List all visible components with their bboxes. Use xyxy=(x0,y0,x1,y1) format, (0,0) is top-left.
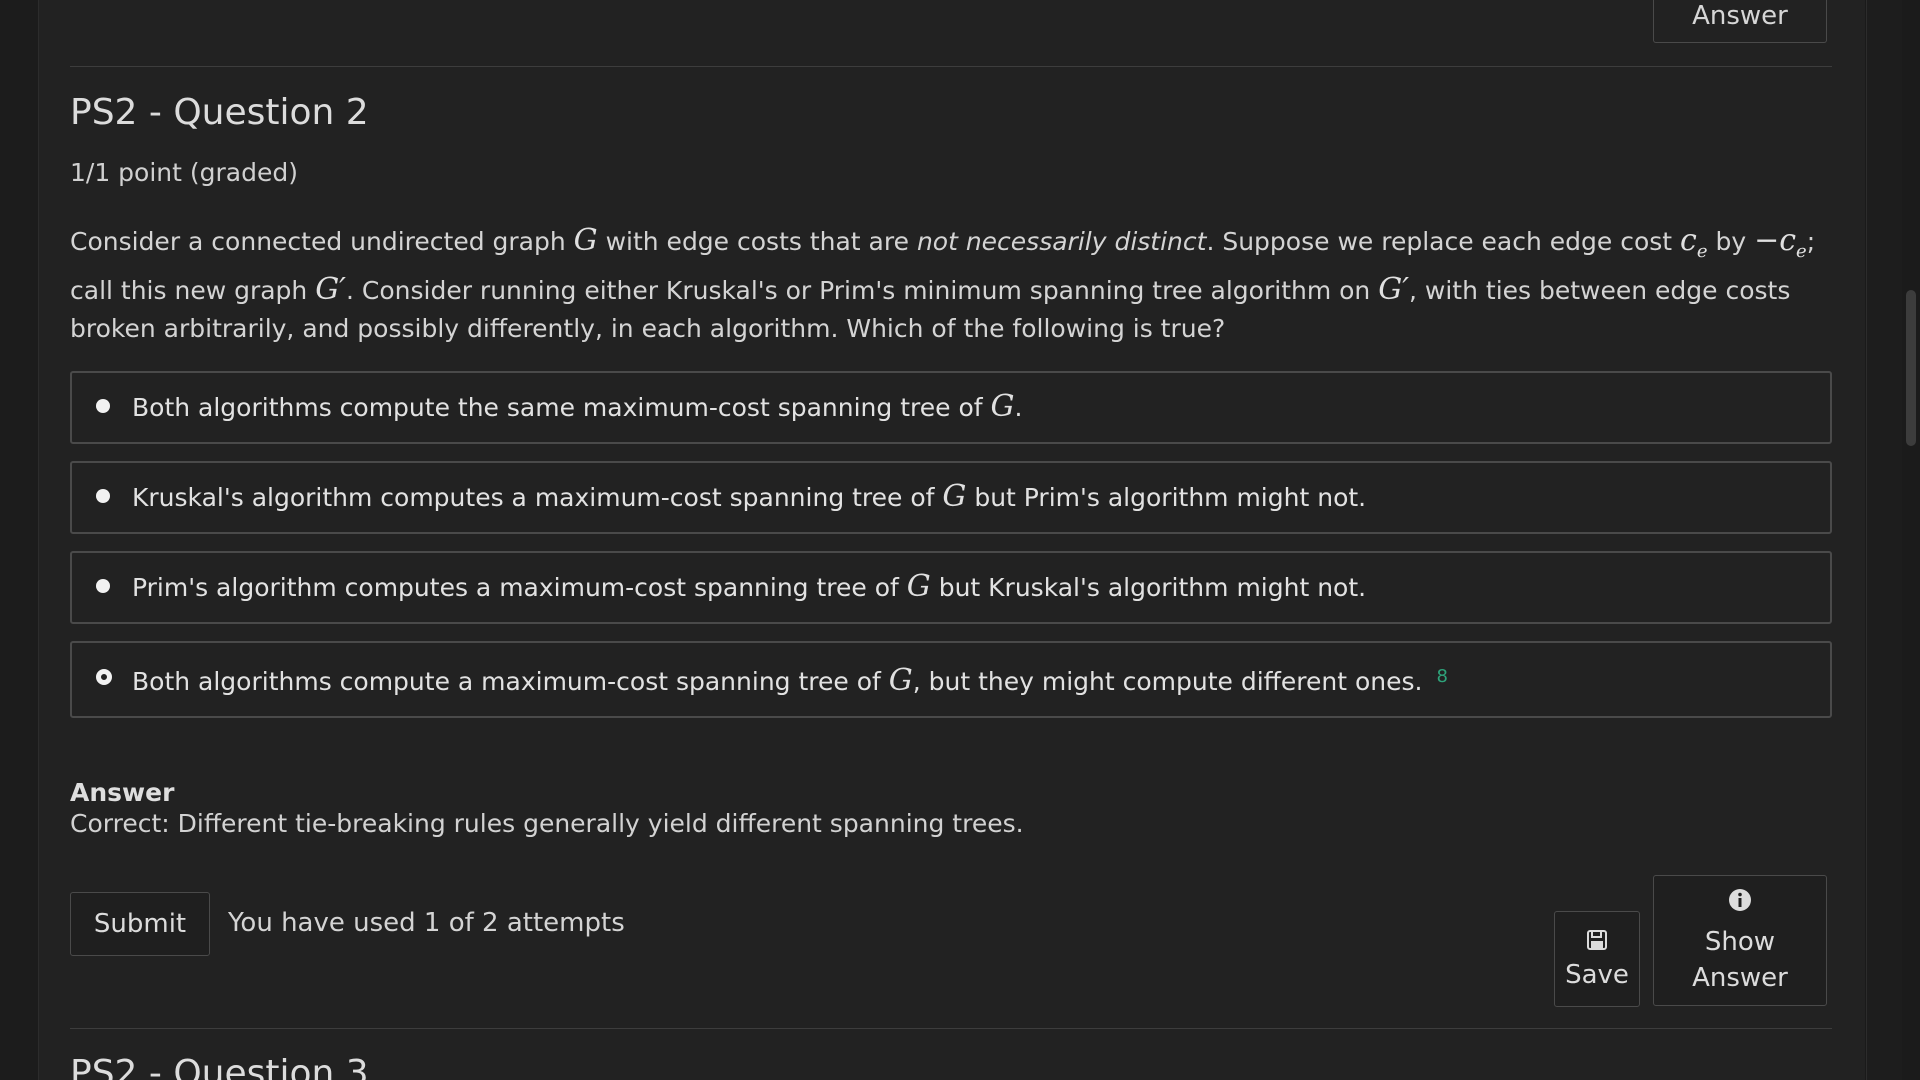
show-answer-button[interactable]: Show Answer xyxy=(1653,875,1827,1006)
choice-label: Both algorithms compute the same maximum… xyxy=(132,389,1023,424)
left-gutter xyxy=(0,0,39,1080)
question-prompt: Consider a connected undirected graph G … xyxy=(70,222,1836,348)
prompt-text: . Suppose we replace each edge cost xyxy=(1206,227,1681,256)
save-button[interactable]: Save xyxy=(1554,911,1640,1007)
divider xyxy=(70,66,1832,67)
answer-text: Correct: Different tie-breaking rules ge… xyxy=(70,809,1024,838)
math-neg-ce: −ce xyxy=(1754,223,1807,262)
prompt-text: with edge costs that are xyxy=(597,227,917,256)
correct-icon: 8 xyxy=(1436,666,1448,687)
prompt-text: by xyxy=(1707,227,1755,256)
radio-button-selected[interactable] xyxy=(96,669,112,685)
math-ce: ce xyxy=(1680,223,1708,262)
info-icon xyxy=(1728,886,1752,922)
answer-heading: Answer xyxy=(70,778,175,807)
math-g: G xyxy=(573,223,598,258)
prompt-text: . Consider running either Kruskal's or P… xyxy=(346,276,1379,305)
radio-button[interactable] xyxy=(96,399,110,413)
problem-content: Answer PS2 - Question 2 1/1 point (grade… xyxy=(39,0,1865,1080)
answer-feedback: Answer Correct: Different tie-breaking r… xyxy=(70,778,1024,838)
right-gutter xyxy=(1866,0,1903,1080)
attempts-text: You have used 1 of 2 attempts xyxy=(228,908,625,938)
save-label: Save xyxy=(1565,960,1629,990)
radio-button[interactable] xyxy=(96,579,110,593)
show-answer-button-previous[interactable]: Answer xyxy=(1653,0,1827,43)
prompt-text: Consider a connected undirected graph xyxy=(70,227,574,256)
choice-option[interactable]: Kruskal's algorithm computes a maximum-c… xyxy=(70,461,1832,534)
math-g-prime: G′ xyxy=(315,272,346,307)
prompt-emphasis: not necessarily distinct xyxy=(916,227,1207,256)
choice-label: Kruskal's algorithm computes a maximum-c… xyxy=(132,479,1367,514)
show-answer-label-line1: Show xyxy=(1704,926,1776,957)
divider xyxy=(70,1028,1832,1029)
show-answer-label-line2: Answer xyxy=(1692,962,1788,993)
question-title: PS2 - Question 2 xyxy=(70,92,369,133)
radio-button[interactable] xyxy=(96,489,110,503)
choice-option[interactable]: Both algorithms compute the same maximum… xyxy=(70,371,1832,444)
math-g-prime: G′ xyxy=(1378,272,1410,307)
choice-label: Both algorithms compute a maximum-cost s… xyxy=(132,663,1423,698)
scrollbar-thumb[interactable] xyxy=(1906,290,1916,446)
show-answer-label: Answer xyxy=(1692,1,1788,31)
choice-option[interactable]: Prim's algorithm computes a maximum-cost… xyxy=(70,551,1832,624)
submit-button[interactable]: Submit xyxy=(70,892,210,956)
question-points: 1/1 point (graded) xyxy=(70,158,298,187)
scrollbar[interactable] xyxy=(1902,0,1920,1080)
choice-label: Prim's algorithm computes a maximum-cost… xyxy=(132,569,1367,604)
next-question-title: PS2 - Question 3 xyxy=(70,1053,369,1080)
save-icon xyxy=(1586,928,1608,958)
choice-option-selected[interactable]: Both algorithms compute a maximum-cost s… xyxy=(70,641,1832,718)
choice-group: Both algorithms compute the same maximum… xyxy=(70,371,1832,735)
